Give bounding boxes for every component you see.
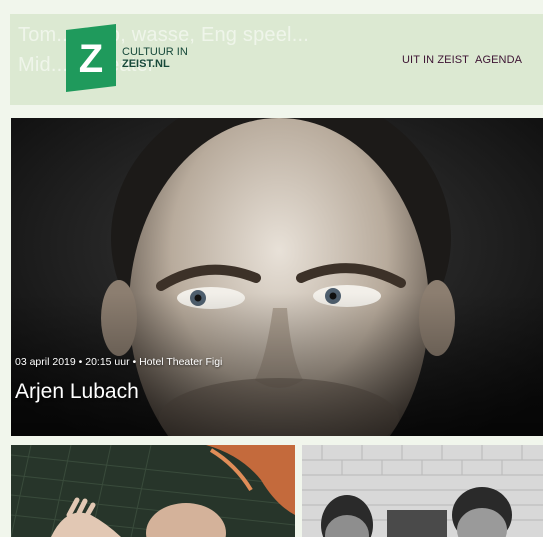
logo-letter: Z xyxy=(79,37,103,81)
event-card[interactable] xyxy=(11,445,295,537)
event-meta: 03 april 2019 • 20:15 uur • Hotel Theate… xyxy=(15,356,223,368)
logo-wordmark: CULTUUR IN ZEIST.NL xyxy=(122,46,188,70)
logo-line2: ZEIST.NL xyxy=(122,58,170,70)
main-nav: UIT IN ZEIST AGENDA xyxy=(402,54,522,66)
dancer-image xyxy=(11,445,295,537)
nav-item-uit-in-zeist[interactable]: UIT IN ZEIST xyxy=(402,54,469,66)
event-title[interactable]: Arjen Lubach xyxy=(15,380,139,404)
logo-z-icon: Z xyxy=(66,24,116,92)
logo-line1: CULTUUR IN xyxy=(122,46,188,58)
nav-item-agenda[interactable]: AGENDA xyxy=(475,54,522,66)
site-logo[interactable]: Z CULTUUR IN ZEIST.NL xyxy=(66,24,188,92)
site-header: Tom..., Zap, wasse, Eng speel... Mid... … xyxy=(10,14,543,105)
performers-image xyxy=(302,445,543,537)
featured-event[interactable]: 03 april 2019 • 20:15 uur • Hotel Theate… xyxy=(11,118,543,436)
event-card-2[interactable] xyxy=(302,445,543,537)
